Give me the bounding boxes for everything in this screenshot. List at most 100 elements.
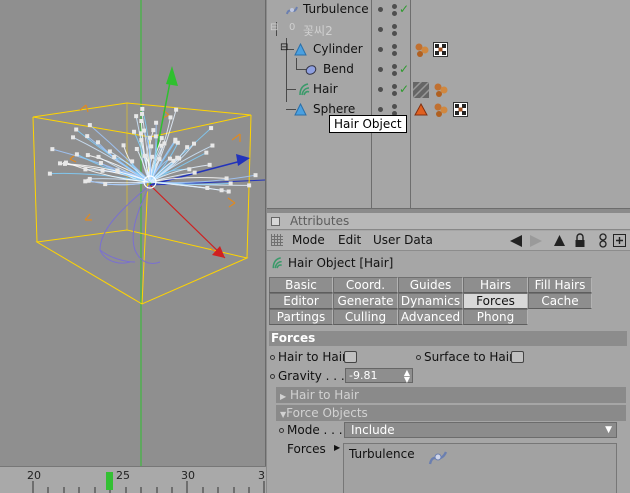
attributes-title: Attributes (290, 214, 350, 228)
z-axis-arrowhead (236, 154, 250, 166)
3d-viewport[interactable] (0, 0, 266, 466)
attributes-menu-bar: Mode Edit User Data (267, 231, 630, 251)
surface-to-hair-checkbox[interactable] (511, 351, 524, 363)
tab-partings[interactable]: Partings (269, 309, 333, 325)
cylinder-primitive-icon (294, 43, 307, 56)
tab-culling[interactable]: Culling (333, 309, 398, 325)
tick-label: 20 (27, 469, 41, 482)
material-tag-icon[interactable] (414, 42, 430, 58)
animation-bullet-icon[interactable] (270, 374, 275, 379)
new-panel-icon[interactable] (613, 234, 626, 247)
object-x-axis (149, 184, 226, 259)
menu-edit[interactable]: Edit (338, 233, 361, 247)
hair-object-icon (272, 257, 283, 269)
turbulence-icon (286, 6, 298, 15)
tab-coord[interactable]: Coord. (333, 277, 398, 293)
material-tag-icon[interactable] (433, 102, 449, 118)
turbulence-icon (428, 451, 448, 465)
bend-deformer-icon (305, 65, 317, 75)
hair-object-tooltip: Hair Object (329, 115, 407, 133)
panel-close-box-icon[interactable] (271, 217, 280, 226)
object-row-sphere[interactable]: Sphere (267, 100, 630, 120)
forces-expand-arrow-icon[interactable]: ▶ (334, 443, 340, 452)
hair-to-hair-checkbox[interactable] (344, 351, 357, 363)
viewport-scene (32, 0, 265, 466)
tab-fill-hairs[interactable]: Fill Hairs (528, 277, 592, 293)
timeline-ruler[interactable]: 20 25 30 3 (0, 466, 266, 493)
mode-dropdown[interactable]: Include ▼ (344, 422, 617, 438)
object-label: Cylinder (313, 42, 363, 56)
chevron-down-icon: ▼ (605, 425, 612, 435)
menu-user-data[interactable]: User Data (373, 233, 433, 247)
hair-object-icon (299, 83, 310, 96)
gravity-label: Gravity . . . . (278, 369, 353, 383)
y-axis-arrowhead (166, 66, 178, 86)
object-title: Hair Object [Hair] (270, 256, 393, 270)
null-object-icon: 0 (289, 22, 296, 33)
object-label: Turbulence (303, 2, 369, 16)
group-hair-to-hair[interactable]: ▶ Hair to Hair (276, 387, 626, 403)
sphere-primitive-icon (294, 103, 307, 116)
group-hair-to-hair-label: Hair to Hair (289, 388, 359, 402)
drag-grip-icon[interactable] (271, 234, 283, 246)
tick-label: 30 (181, 469, 195, 482)
enabled-check-icon[interactable]: ✓ (399, 2, 409, 16)
tab-hairs[interactable]: Hairs (463, 277, 528, 293)
tick-label: 3 (258, 469, 265, 482)
tab-forces[interactable]: Forces (463, 293, 528, 309)
playhead-marker (106, 472, 113, 490)
tab-cache[interactable]: Cache (528, 293, 592, 309)
texture-tag-icon[interactable] (453, 102, 468, 117)
section-header-forces: Forces (269, 331, 627, 346)
mode-value: Include (351, 423, 395, 437)
tab-basic[interactable]: Basic (269, 277, 333, 293)
tab-dynamics[interactable]: Dynamics (398, 293, 463, 309)
object-label: Hair (313, 82, 338, 96)
object-label: Sphere (313, 102, 356, 116)
object-row-cylinder[interactable]: ⊟ Cylinder (267, 40, 630, 60)
expand-arrow-icon: ▶ (280, 392, 287, 401)
bent-cylinder (99, 184, 161, 264)
texture-tag-icon[interactable] (433, 42, 448, 57)
gravity-input[interactable]: -9.81 ▲ ▼ (345, 368, 413, 384)
lock-icon[interactable] (574, 233, 586, 248)
attributes-panel: Attributes Mode Edit User Data Hair Obje… (267, 213, 630, 493)
object-manager[interactable]: Turbulence ✓ ⊟ 0 꽃씨2 ⊟ Cylinder Bend ✓ H… (267, 0, 630, 208)
object-label: 꽃씨2 (303, 24, 333, 38)
back-arrow-icon[interactable] (509, 235, 523, 247)
group-force-objects-label: Force Objects (286, 406, 368, 420)
mode-param: Mode . . . (279, 423, 343, 437)
tab-editor[interactable]: Editor (269, 293, 333, 309)
surface-to-hair-param: Surface to Hair (416, 350, 514, 364)
enabled-check-icon[interactable]: ✓ (399, 62, 409, 76)
enabled-check-icon[interactable]: ✓ (399, 82, 409, 96)
menu-mode[interactable]: Mode (292, 233, 325, 247)
collapse-toggle-icon[interactable]: ⊟ (280, 42, 288, 53)
animation-bullet-icon[interactable] (416, 355, 421, 360)
object-row-turbulence[interactable]: Turbulence ✓ (267, 0, 630, 20)
emitter-tag-icon[interactable] (414, 103, 428, 116)
collapse-toggle-icon[interactable]: ⊟ (270, 22, 278, 33)
animation-bullet-icon[interactable] (270, 355, 275, 360)
object-row-null[interactable]: ⊟ 0 꽃씨2 (267, 20, 630, 40)
forces-list-entry[interactable]: Turbulence (349, 447, 415, 461)
link-icon[interactable] (598, 233, 608, 249)
tab-guides[interactable]: Guides (398, 277, 463, 293)
hair-material-tag-icon[interactable] (413, 82, 429, 98)
surface-to-hair-label: Surface to Hair (424, 350, 515, 364)
group-force-objects[interactable]: ▼Force Objects (276, 405, 626, 421)
material-tag-icon[interactable] (433, 82, 449, 98)
spinner-arrows-icon[interactable]: ▲ ▼ (404, 369, 410, 384)
animation-bullet-icon[interactable] (279, 428, 284, 433)
gravity-value: -9.81 (349, 369, 378, 382)
object-row-bend[interactable]: Bend ✓ (267, 60, 630, 80)
tab-generate[interactable]: Generate (333, 293, 398, 309)
mode-label: Mode . . . (287, 423, 343, 437)
object-row-hair[interactable]: Hair ✓ (267, 80, 630, 100)
forward-arrow-icon[interactable] (529, 235, 543, 247)
forces-list[interactable]: Turbulence (343, 443, 617, 493)
up-arrow-icon[interactable] (553, 234, 566, 247)
tab-advanced[interactable]: Advanced (398, 309, 463, 325)
tab-phong[interactable]: Phong (463, 309, 528, 325)
forces-label: Forces (287, 442, 326, 456)
